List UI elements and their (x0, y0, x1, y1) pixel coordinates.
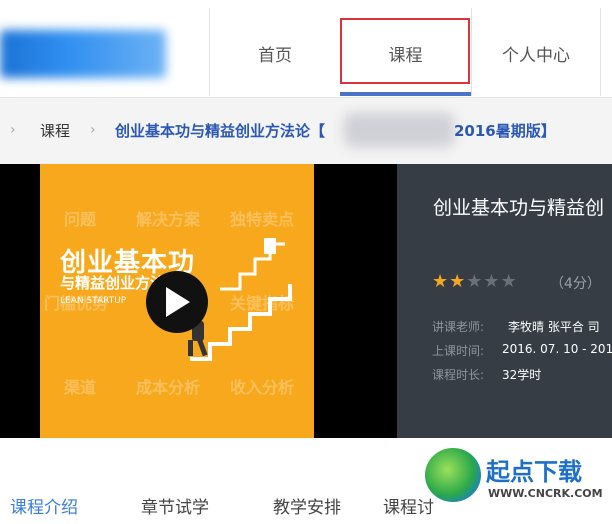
rating-count: （4分） (550, 276, 601, 292)
play-icon (166, 287, 190, 317)
nav-home-label: 首页 (258, 45, 292, 66)
breadcrumb-courses[interactable]: 课程 (40, 120, 70, 141)
schedule-label: 上课时间: (432, 344, 485, 358)
tab-teaching-schedule[interactable]: 教学安排 (273, 493, 341, 518)
breadcrumb-separator: › (90, 122, 96, 138)
nav-active-underline (340, 92, 471, 96)
course-title: 创业基本功与精益创 (433, 197, 605, 219)
nav-divider (600, 8, 601, 96)
teacher-value: 李牧晴 张平合 司 (508, 320, 600, 334)
watermark-url: WWW.CNCRK.COM (488, 487, 603, 500)
teacher-label: 讲课老师: (432, 320, 485, 334)
breadcrumb-current: 创业基本功与精益创业方法论【 (115, 122, 326, 140)
nav-home[interactable]: 首页 (210, 12, 340, 94)
star-empty-icon: ★ (466, 271, 484, 292)
duration-value: 32学时 (502, 368, 542, 382)
duration-label: 课程时长: (432, 368, 485, 382)
site-logo[interactable] (0, 30, 166, 78)
rating-stars: ★★★★★ (432, 271, 518, 292)
nav-personal-center[interactable]: 个人中心 (472, 12, 600, 94)
breadcrumb-current-suffix: 2016暑期版】 (454, 122, 556, 140)
watermark-title: 起点下载 (486, 458, 582, 486)
star-filled-icon: ★ (432, 271, 450, 292)
schedule-value: 2016. 07. 10 - 2016. 0 (502, 342, 612, 356)
breadcrumb-separator: › (10, 122, 16, 138)
star-filled-icon: ★ (449, 271, 467, 292)
star-empty-icon: ★ (500, 271, 518, 292)
redacted-text (344, 113, 454, 147)
watermark-logo-icon (425, 448, 481, 502)
nav-personal-center-label: 个人中心 (502, 45, 570, 66)
tab-course-intro[interactable]: 课程介绍 (10, 493, 78, 518)
tab-course-discussion[interactable]: 课程讨 (383, 493, 434, 518)
star-empty-icon: ★ (483, 271, 501, 292)
tab-chapter-trial[interactable]: 章节试学 (141, 493, 209, 518)
nav-highlight-box (340, 18, 470, 84)
